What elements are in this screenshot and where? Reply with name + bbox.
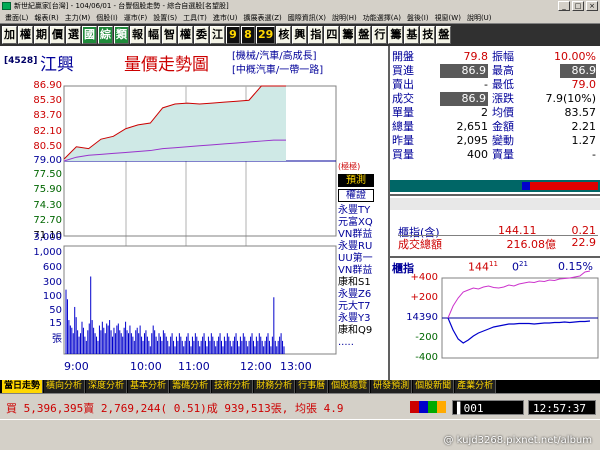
tag-label: (極極) — [338, 162, 361, 171]
toolbar-button-12[interactable]: 委 — [194, 26, 209, 44]
toolbar-button-22[interactable]: 盤 — [356, 26, 372, 44]
main-area: [4528] 江興 量價走勢圖 [機械/汽車/高成長] [中概汽車/一帶一路] … — [0, 46, 600, 380]
toolbar-button-25[interactable]: 基 — [404, 26, 420, 44]
toolbar-button-15[interactable]: 8 — [241, 26, 255, 44]
menu-item-8[interactable]: 擴展表選(Z) — [241, 12, 285, 23]
tab-2[interactable]: 深度分析 — [86, 380, 128, 393]
tab-3[interactable]: 基本分析 — [128, 380, 170, 393]
close-button[interactable]: × — [586, 1, 598, 11]
toolbar-button-21[interactable]: 籌 — [340, 26, 356, 44]
tab-10[interactable]: 個股新聞 — [413, 380, 455, 393]
tab-1[interactable]: 橫向分析 — [44, 380, 86, 393]
menu-item-11[interactable]: 功能選擇(A) — [360, 12, 404, 23]
title-bar: 新世紀贏家[台灣] - 104/06/01 - 台豐個股走勢 - 綜合自選股[名… — [0, 0, 600, 12]
toolbar-button-24[interactable]: 籌 — [388, 26, 404, 44]
predict-button[interactable]: 預測 — [338, 174, 374, 187]
minimize-button[interactable]: _ — [558, 1, 570, 11]
window-title: 新世紀贏家[台灣] - 104/06/01 - 台豐個股走勢 - 綜合自選股[名… — [14, 2, 229, 10]
app-window: 新世紀贏家[台灣] - 104/06/01 - 台豐個股走勢 - 綜合自選股[名… — [0, 0, 600, 450]
order-summary: 買 5,396,395賣 2,769,244( 0.51)成 939,513張,… — [6, 402, 344, 415]
menu-item-4[interactable]: 運市(F) — [121, 12, 151, 23]
tab-6[interactable]: 財務分析 — [254, 380, 296, 393]
menu-item-7[interactable]: 進市(U) — [210, 12, 241, 23]
toolbar-button-16[interactable]: 29 — [256, 26, 276, 44]
broker-item[interactable]: ..... — [338, 336, 382, 349]
menu-item-2[interactable]: 主力(M) — [62, 12, 94, 23]
toolbar-button-1[interactable]: 權 — [18, 26, 33, 44]
app-icon — [2, 2, 11, 10]
watermark: @ kujd3268.pixnet.net/album — [443, 435, 592, 446]
quick-toolbar: 加權期價選國綜類報幅智權委江 9 8 29 核興指四籌盤行籌基技盤 — [0, 24, 600, 46]
menu-item-6[interactable]: 工具(T) — [180, 12, 210, 23]
menu-item-5[interactable]: 設置(S) — [150, 12, 180, 23]
maximize-button[interactable]: □ — [572, 1, 584, 11]
menu-bar: 畫面(L) 報表(R) 主力(M) 個股(I) 運市(F) 設置(S) 工具(T) 進市(U)… — [0, 12, 600, 24]
toolbar-button-2[interactable]: 期 — [34, 26, 49, 44]
toolbar-button-5[interactable]: 國 — [82, 26, 97, 44]
toolbar-button-9[interactable]: 幅 — [146, 26, 161, 44]
toolbar-button-13[interactable]: 江 — [210, 26, 225, 44]
toolbar-button-11[interactable]: 權 — [178, 26, 193, 44]
price-chart — [63, 85, 337, 355]
toolbar-button-23[interactable]: 行 — [372, 26, 388, 44]
menu-item-13[interactable]: 視窗(W) — [432, 12, 464, 23]
toolbar-button-26[interactable]: 技 — [420, 26, 436, 44]
tab-11[interactable]: 產業分析 — [455, 380, 497, 393]
intraday-chart-panel: [4528] 江興 量價走勢圖 [機械/汽車/高成長] [中概汽車/一帶一路] … — [0, 46, 388, 380]
warrant-button[interactable]: 權證 — [338, 189, 374, 202]
toolbar-button-27[interactable]: 盤 — [436, 26, 452, 44]
analysis-tabs: 當日走勢 橫向分析 深度分析 基本分析 籌碼分析 技術分析 財務分析 行事曆 個股總覽 研發預測個… — [0, 380, 600, 393]
toolbar-button-20[interactable]: 四 — [324, 26, 340, 44]
menu-item-10[interactable]: 說明(H) — [329, 12, 360, 23]
menu-item-14[interactable]: 說明(U) — [464, 12, 495, 23]
toolbar-button-17[interactable]: 核 — [276, 26, 292, 44]
tab-9[interactable]: 研發預測 — [371, 380, 413, 393]
status-indicator — [410, 401, 446, 413]
index-mini-chart — [441, 270, 599, 359]
quote-panel: 開盤 79.8 振幅 10.00% 買進 86.9 最高 86.9 賣出 - 最低 79.0 成交 86.… — [388, 46, 600, 380]
menu-item-0[interactable]: 畫面(L) — [2, 12, 31, 23]
toolbar-button-18[interactable]: 興 — [292, 26, 308, 44]
menu-item-12[interactable]: 盤後(I) — [404, 12, 432, 23]
menu-item-3[interactable]: 個股(I) — [93, 12, 121, 23]
tab-4[interactable]: 籌碼分析 — [170, 380, 212, 393]
tab-8[interactable]: 個股總覽 — [329, 380, 371, 393]
menu-item-1[interactable]: 報表(R) — [31, 12, 61, 23]
status-code: ▌001 — [452, 400, 524, 415]
tab-5[interactable]: 技術分析 — [212, 380, 254, 393]
toolbar-button-7[interactable]: 類 — [114, 26, 129, 44]
toolbar-button-14[interactable]: 9 — [226, 26, 240, 44]
toolbar-button-3[interactable]: 價 — [50, 26, 65, 44]
toolbar-button-0[interactable]: 加 — [2, 26, 17, 44]
status-clock: 12:57:37 — [528, 400, 596, 415]
menu-item-9[interactable]: 國際資訊(X) — [285, 12, 329, 23]
status-bar: 買 5,396,395賣 2,769,244( 0.51)成 939,513張,… — [0, 393, 600, 419]
toolbar-button-4[interactable]: 選 — [66, 26, 81, 44]
toolbar-button-6[interactable]: 綜 — [98, 26, 113, 44]
tab-0[interactable]: 當日走勢 — [2, 380, 44, 393]
tab-7[interactable]: 行事曆 — [296, 380, 329, 393]
toolbar-button-19[interactable]: 指 — [308, 26, 324, 44]
toolbar-button-10[interactable]: 智 — [162, 26, 177, 44]
toolbar-button-8[interactable]: 報 — [130, 26, 145, 44]
window-controls: _ □ × — [558, 1, 598, 11]
